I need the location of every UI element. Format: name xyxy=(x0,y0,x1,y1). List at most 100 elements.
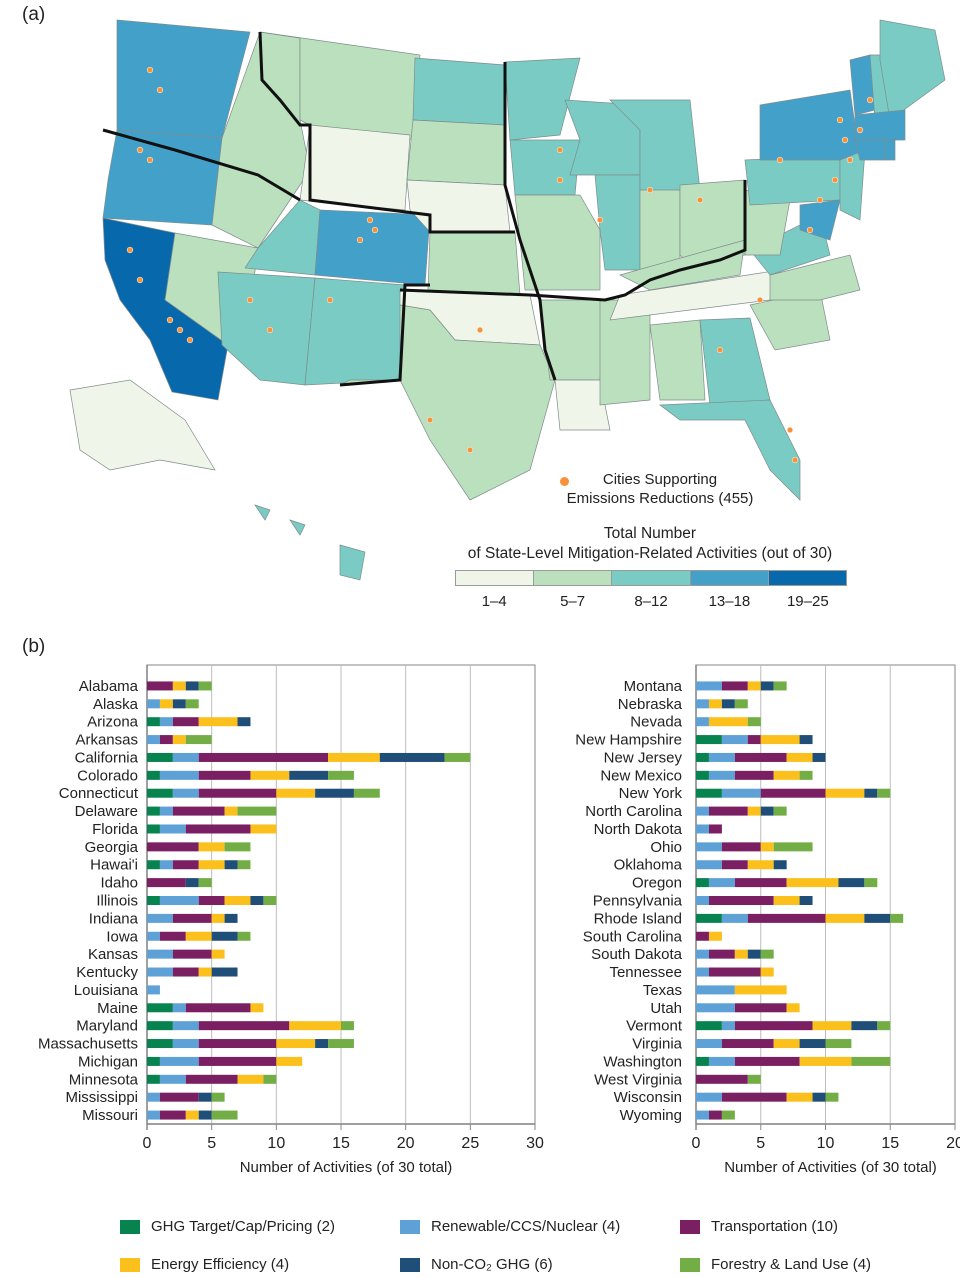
bar-segment xyxy=(159,770,199,780)
legend-label: Renewable/CCS/Nuclear (4) xyxy=(431,1218,621,1235)
bar-segment xyxy=(198,717,238,727)
bar-segment xyxy=(185,1003,251,1013)
color-scale-bin-label: 1–4 xyxy=(481,593,507,610)
color-scale-title-line1: Total Number xyxy=(603,525,697,542)
city-dot xyxy=(816,196,824,204)
x-tick-label: 0 xyxy=(692,1135,701,1152)
city-dot xyxy=(166,316,174,324)
category-label: New Hampshire xyxy=(575,732,682,749)
bar-segment xyxy=(760,967,774,977)
category-label: Illinois xyxy=(96,893,138,910)
state-connecticut xyxy=(854,139,886,161)
bar-segment xyxy=(198,1110,212,1120)
bar-segment xyxy=(185,824,251,834)
bar-segment xyxy=(185,1110,199,1120)
legend-item: Forestry & Land Use (4) xyxy=(680,1256,871,1273)
legend-swatch xyxy=(400,1219,420,1234)
state-iowa xyxy=(509,139,581,196)
bar-segment xyxy=(147,878,186,888)
bar-segment xyxy=(851,1056,891,1066)
category-label: Wyoming xyxy=(620,1107,682,1124)
bar-segment xyxy=(289,1021,341,1031)
bar-segment xyxy=(734,1056,800,1066)
bar-segment xyxy=(224,806,238,816)
color-scale-bin xyxy=(690,571,769,585)
bar-segment xyxy=(721,735,748,745)
bar-segment xyxy=(159,824,186,834)
bar-segment xyxy=(864,913,891,923)
bar-segment xyxy=(747,1074,761,1084)
bar-segment xyxy=(696,1110,709,1120)
x-tick-label: 15 xyxy=(332,1135,350,1152)
bar-segment xyxy=(224,913,238,923)
bar-segment xyxy=(198,896,225,905)
bar-segment xyxy=(708,878,735,888)
bar-segment xyxy=(211,1092,225,1102)
bar-segment xyxy=(851,1021,878,1031)
bar-segment xyxy=(734,699,748,709)
bar-segment xyxy=(721,1110,735,1120)
category-label: Florida xyxy=(92,821,139,838)
state-kansas xyxy=(427,231,521,296)
city-dot xyxy=(246,296,254,304)
category-label: Colorado xyxy=(77,767,138,784)
bar-segment xyxy=(328,752,380,762)
bar-segment xyxy=(696,1092,722,1102)
bar-segment xyxy=(198,1092,212,1102)
bar-segment xyxy=(172,717,199,727)
bar-segment xyxy=(773,1039,800,1049)
bar-segment xyxy=(773,896,800,905)
bar-segment xyxy=(147,860,160,870)
bar-segment xyxy=(708,717,748,727)
bar-segment xyxy=(237,806,277,816)
bar-segment xyxy=(696,842,722,852)
bar-segment xyxy=(147,681,173,691)
bar-segment xyxy=(696,878,709,888)
bar-segment xyxy=(276,1039,316,1049)
bar-segment xyxy=(185,699,199,709)
bar-segment xyxy=(276,788,316,798)
x-tick-label: 0 xyxy=(143,1135,152,1152)
cities-legend-line2: Emissions Reductions (455) xyxy=(566,490,754,507)
bar-segment xyxy=(708,1056,735,1066)
category-label: Idaho xyxy=(100,875,138,892)
category-label: New York xyxy=(619,785,683,802)
bar-segment xyxy=(696,913,722,923)
bar-segment xyxy=(172,1039,199,1049)
bar-segment xyxy=(172,735,186,745)
category-label: Texas xyxy=(643,982,682,999)
city-dot xyxy=(146,66,154,74)
color-scale-bin-label: 5–7 xyxy=(560,593,586,610)
bar-segment xyxy=(250,1003,264,1013)
bar-segment xyxy=(159,931,186,941)
color-scale-bar xyxy=(455,570,847,586)
legend-item: Energy Efficiency (4) xyxy=(120,1256,289,1273)
bar-segment xyxy=(696,896,709,905)
x-tick-label: 20 xyxy=(397,1135,415,1152)
bar-segment xyxy=(696,752,709,762)
category-label: Delaware xyxy=(75,803,138,820)
bar-segment xyxy=(224,842,251,852)
bar-segment xyxy=(147,699,160,709)
category-label: West Virginia xyxy=(594,1071,682,1088)
bar-segment xyxy=(159,806,173,816)
bar-segment xyxy=(211,967,238,977)
legend-label: GHG Target/Cap/Pricing (2) xyxy=(151,1218,335,1235)
bar-segment xyxy=(147,770,160,780)
bar-segment xyxy=(276,1056,303,1066)
bar-segment xyxy=(147,1110,160,1120)
category-label: Maine xyxy=(97,1000,138,1017)
bar-segment xyxy=(708,824,722,834)
bar-segment xyxy=(159,735,173,745)
bar-segment xyxy=(708,896,774,905)
category-label: Alabama xyxy=(79,678,139,695)
bar-segment xyxy=(696,770,709,780)
state-oregon xyxy=(102,129,223,226)
bar-segment xyxy=(696,1056,709,1066)
bar-segment xyxy=(812,1021,852,1031)
bar-segment xyxy=(734,752,787,762)
bar-segment xyxy=(147,931,160,941)
bar-segment xyxy=(747,717,761,727)
bar-segment xyxy=(237,931,251,941)
bar-segment xyxy=(773,842,813,852)
